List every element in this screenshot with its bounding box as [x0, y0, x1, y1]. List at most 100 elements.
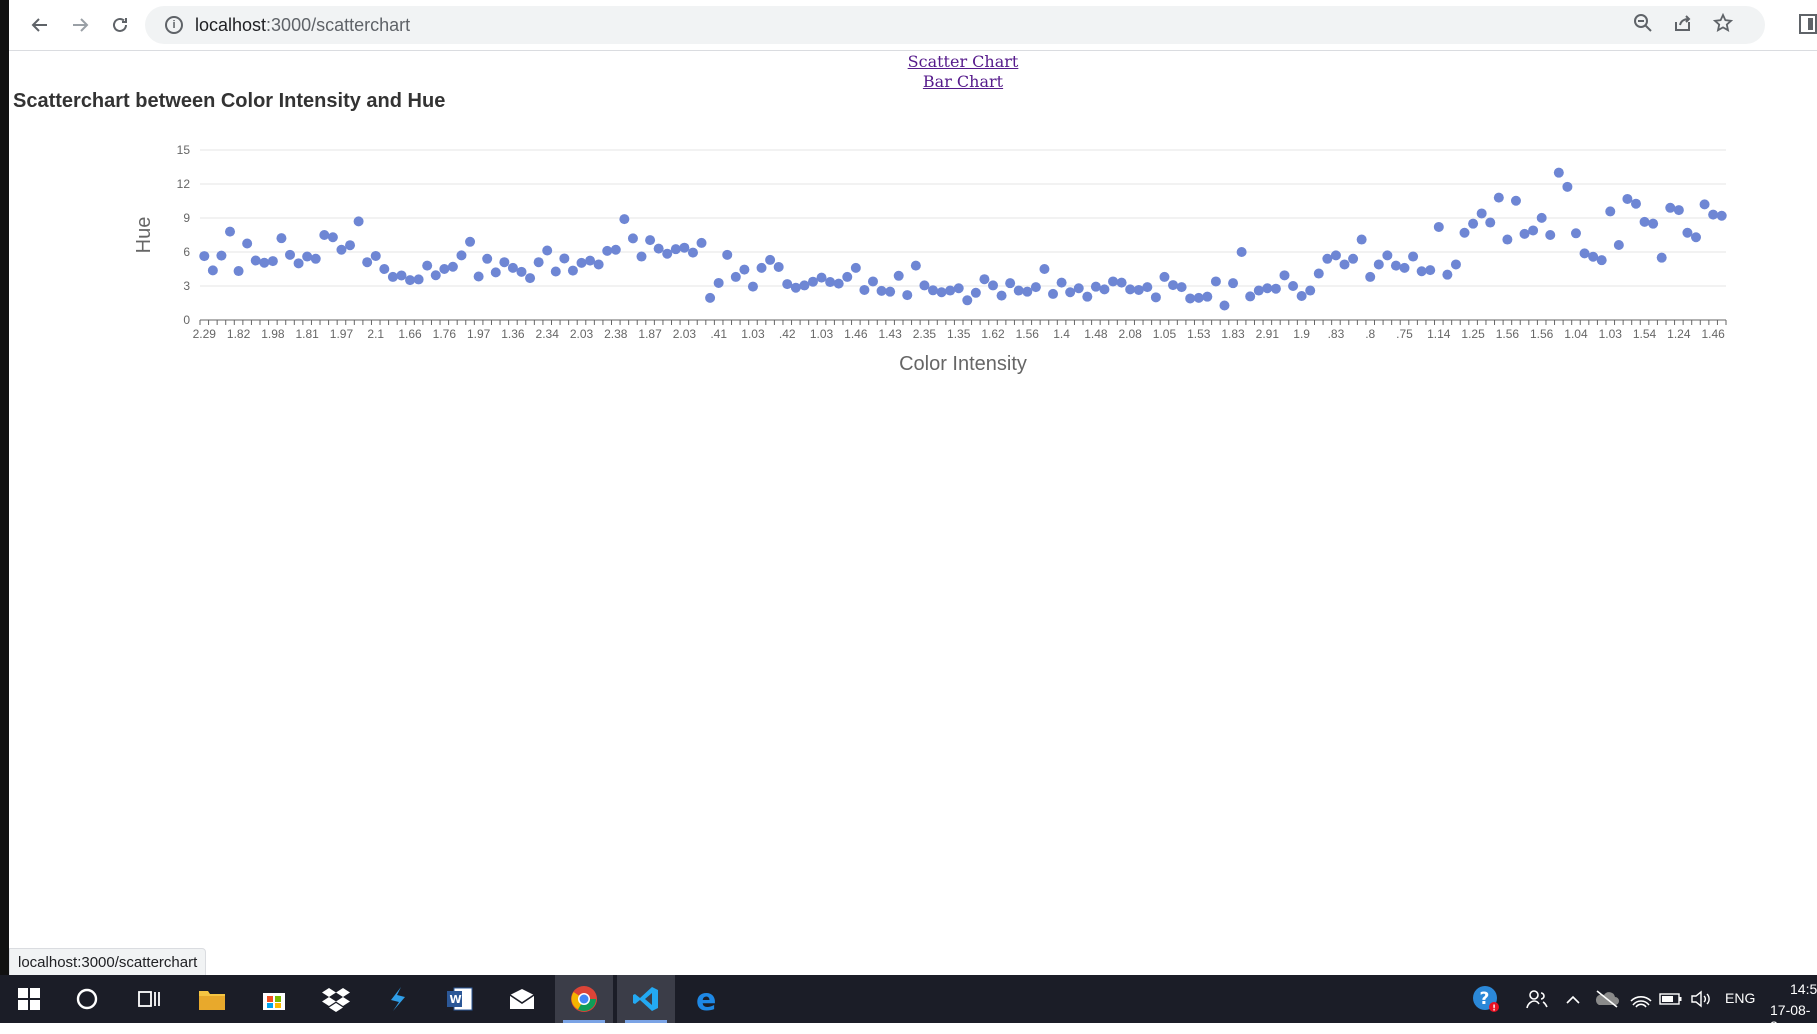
x-tick-label: 1.97 [330, 327, 354, 341]
data-point [1596, 255, 1607, 266]
data-point [1348, 253, 1359, 264]
chevron-up-icon[interactable] [1553, 975, 1593, 1023]
x-tick-label: .41 [710, 327, 727, 341]
data-point [773, 261, 784, 272]
data-point [1116, 277, 1127, 288]
x-tick-label: 2.34 [536, 327, 560, 341]
data-point [679, 242, 690, 253]
data-point [816, 272, 827, 283]
forward-arrow-icon[interactable] [63, 8, 97, 42]
side-panel-icon[interactable] [1799, 14, 1817, 34]
data-point [1425, 265, 1436, 276]
windows-start-icon[interactable] [0, 975, 58, 1023]
data-point [807, 276, 818, 287]
scatter-chart-link[interactable]: Scatter Chart [908, 52, 1019, 72]
svg-text:W: W [450, 993, 462, 1006]
dropbox-icon[interactable] [307, 975, 365, 1023]
site-info-icon[interactable]: i [165, 16, 183, 34]
store-icon[interactable] [245, 975, 303, 1023]
data-point [696, 237, 707, 248]
data-point [336, 244, 347, 255]
data-point [1570, 228, 1581, 239]
y-tick-label: 3 [183, 279, 190, 293]
data-point [1528, 225, 1539, 236]
back-arrow-icon[interactable] [23, 8, 57, 42]
data-point [636, 251, 647, 262]
data-point [1202, 291, 1213, 302]
volume-icon[interactable] [1684, 975, 1718, 1023]
task-view-icon[interactable] [120, 975, 178, 1023]
data-point [362, 257, 373, 268]
data-point [919, 280, 930, 291]
mail-icon[interactable] [493, 975, 551, 1023]
edge-icon[interactable]: e [679, 975, 737, 1023]
address-bar[interactable]: i localhost:3000/scatterchart [145, 6, 1765, 44]
data-point [285, 249, 296, 260]
data-point [233, 266, 244, 277]
data-point [1579, 248, 1590, 259]
help-icon[interactable]: ?! [1457, 975, 1515, 1023]
x-tick-label: 1.46 [844, 327, 868, 341]
data-point [1708, 209, 1719, 220]
zoom-icon[interactable] [1631, 13, 1655, 37]
data-point [1228, 278, 1239, 289]
data-point [1219, 300, 1230, 311]
data-point [559, 253, 570, 264]
reload-icon[interactable] [103, 8, 137, 42]
data-point [1339, 259, 1350, 270]
data-point [1253, 285, 1264, 296]
word-icon[interactable]: W [431, 975, 489, 1023]
data-point [850, 262, 861, 273]
url-text[interactable]: localhost:3000/scatterchart [195, 15, 410, 36]
clock-time[interactable]: 14:5 [1790, 981, 1817, 997]
clock-date[interactable]: 17-08-2 [1770, 1002, 1817, 1034]
file-explorer-icon[interactable] [183, 975, 241, 1023]
search-circle-icon[interactable] [58, 975, 116, 1023]
language-indicator[interactable]: ENG [1725, 990, 1755, 1006]
data-point [670, 244, 681, 255]
x-tick-label: 1.03 [741, 327, 765, 341]
data-point [1296, 290, 1307, 301]
x-axis-label: Color Intensity [899, 353, 1027, 375]
window-edge [0, 0, 9, 975]
data-point [662, 248, 673, 259]
battery-icon[interactable] [1654, 975, 1688, 1023]
x-tick-label: 2.08 [1118, 327, 1142, 341]
data-point [1150, 292, 1161, 303]
data-point [687, 247, 698, 258]
data-point [610, 244, 621, 255]
x-tick-label: 1.82 [227, 327, 251, 341]
data-point [576, 257, 587, 268]
data-point [970, 287, 981, 298]
data-point [876, 285, 887, 296]
page-title: Scatterchart between Color Intensity and… [13, 90, 446, 112]
data-point [1056, 277, 1067, 288]
wifi-icon[interactable] [1624, 975, 1658, 1023]
x-tick-label: .75 [1396, 327, 1413, 341]
share-icon[interactable] [1671, 13, 1695, 37]
data-point [1022, 286, 1033, 297]
bar-chart-link[interactable]: Bar Chart [923, 72, 1003, 92]
x-tick-label: 1.48 [1084, 327, 1108, 341]
data-point [533, 257, 544, 268]
bookmark-star-icon[interactable] [1711, 12, 1735, 37]
data-point [276, 233, 287, 244]
chrome-icon[interactable] [555, 975, 613, 1023]
data-point [1665, 202, 1676, 213]
vscode-icon[interactable] [617, 975, 675, 1023]
azure-studio-icon[interactable] [369, 975, 427, 1023]
data-point [936, 287, 947, 298]
data-point [799, 280, 810, 291]
data-point [1288, 281, 1299, 291]
data-point [1082, 291, 1093, 302]
data-point [1262, 283, 1273, 294]
data-point [225, 226, 236, 237]
data-point [1073, 283, 1084, 294]
data-point [422, 260, 433, 271]
data-point [482, 253, 493, 264]
data-point [1510, 195, 1521, 206]
data-point [216, 250, 227, 261]
onedrive-off-icon[interactable] [1590, 975, 1624, 1023]
data-point [1210, 276, 1221, 287]
y-tick-label: 15 [177, 143, 191, 157]
